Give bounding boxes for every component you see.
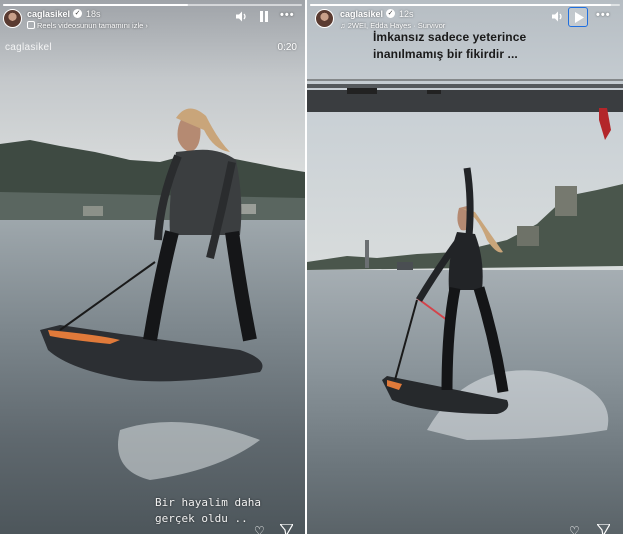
- video-duration: 0:20: [277, 42, 297, 53]
- story-header: caglasikel ✓ 18s Reels videosunun tamamı…: [0, 6, 305, 36]
- story-caption: İmkansız sadece yeterince inanılmamış bi…: [373, 29, 603, 63]
- bridge-and-shore: [307, 79, 623, 440]
- verified-icon: ✓: [73, 9, 82, 18]
- caption-line-1: Bir hayalim daha: [155, 496, 261, 509]
- story-right[interactable]: caglasikel ✓ 12s ♫ 2WEI, Edda Hayes · Su…: [307, 0, 623, 534]
- username[interactable]: caglasikel: [27, 9, 70, 19]
- music-icon: ♫: [340, 21, 348, 30]
- send-icon[interactable]: [278, 523, 295, 534]
- volume-icon[interactable]: [552, 11, 564, 25]
- play-icon: [575, 12, 584, 23]
- heart-icon[interactable]: ♡: [254, 524, 265, 534]
- left-video-scene: [0, 0, 305, 534]
- story-caption: Bir hayalim daha gerçek oldu ..: [155, 495, 295, 527]
- play-button[interactable]: [568, 7, 588, 27]
- more-icon[interactable]: •••: [596, 9, 611, 21]
- time-ago: 18s: [86, 9, 101, 19]
- right-video-scene: [307, 0, 623, 534]
- reels-icon: [27, 21, 35, 29]
- caption-line-1: İmkansız sadece yeterince: [373, 30, 527, 44]
- pause-icon[interactable]: [259, 11, 269, 25]
- reels-link[interactable]: Reels videosunun tamamını izle ›: [27, 21, 148, 30]
- story-left[interactable]: caglasikel ✓ 18s Reels videosunun tamamı…: [0, 0, 305, 534]
- reels-link-label: Reels videosunun tamamını izle: [37, 21, 144, 30]
- send-icon[interactable]: [595, 523, 612, 534]
- heart-icon[interactable]: ♡: [569, 524, 580, 534]
- rider-figure-left: [40, 108, 263, 480]
- username[interactable]: caglasikel: [340, 9, 383, 19]
- time-ago: 12s: [399, 9, 414, 19]
- avatar[interactable]: [315, 9, 334, 28]
- chevron-right-icon: ›: [143, 21, 148, 30]
- verified-icon: ✓: [386, 9, 395, 18]
- watermark: caglasikel: [5, 42, 52, 53]
- caption-line-2: gerçek oldu ..: [155, 512, 248, 525]
- caption-line-2: inanılmamış bir fikirdir ...: [373, 47, 518, 61]
- avatar[interactable]: [3, 9, 22, 28]
- volume-icon[interactable]: [236, 11, 248, 25]
- more-icon[interactable]: •••: [280, 9, 295, 21]
